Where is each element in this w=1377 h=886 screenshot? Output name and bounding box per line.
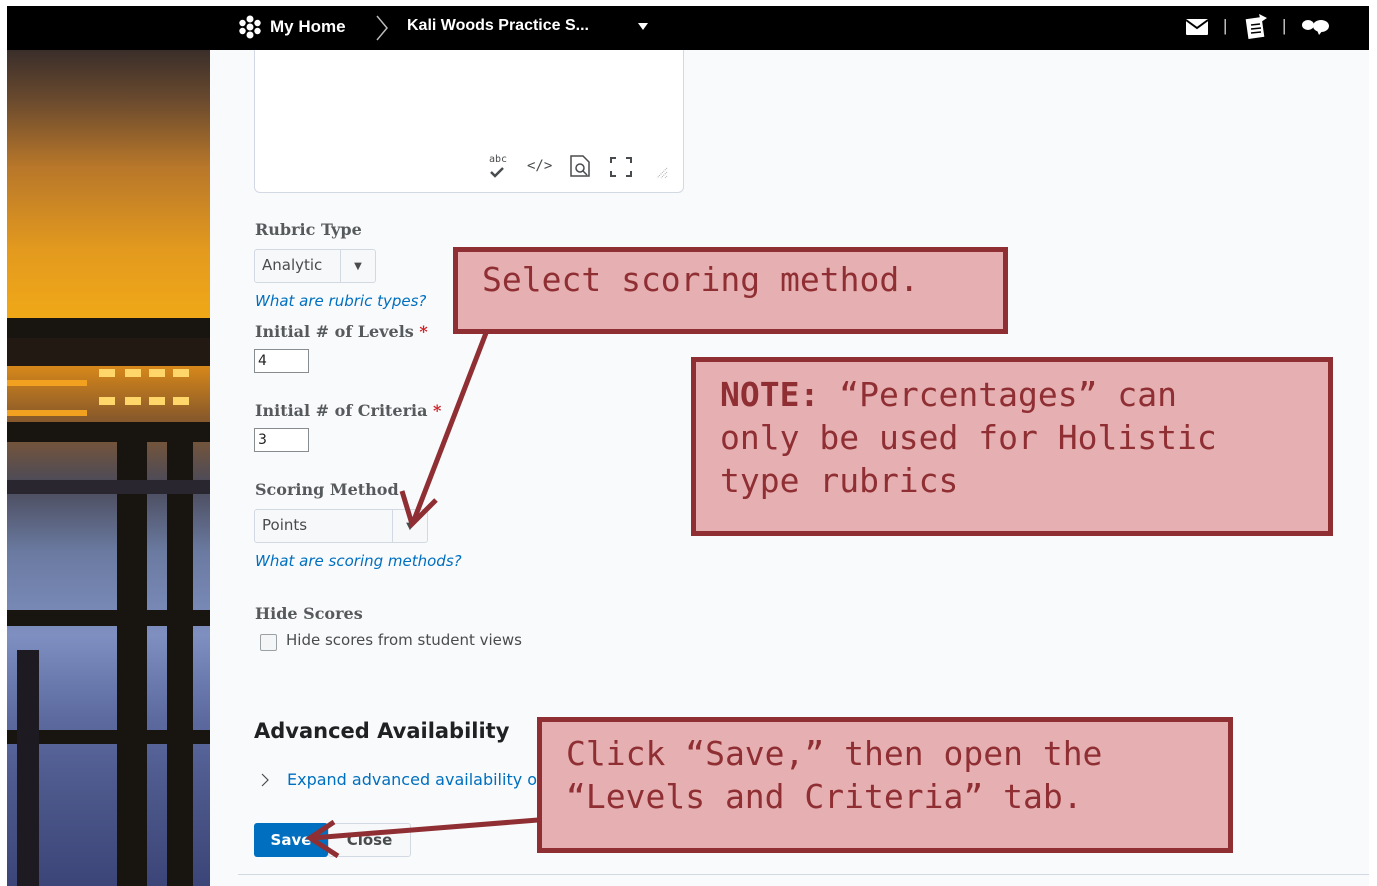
- preview-icon[interactable]: [569, 154, 591, 178]
- source-code-icon[interactable]: </>: [527, 158, 552, 174]
- fullscreen-icon[interactable]: [609, 156, 633, 178]
- chat-bubbles-icon[interactable]: [1299, 17, 1331, 37]
- rubric-type-select[interactable]: Analytic ▼: [254, 249, 376, 283]
- scoring-method-value: Points: [262, 516, 308, 534]
- top-navbar: My Home Kali Woods Practice S... | |: [7, 6, 1369, 50]
- hide-scores-checkbox-label: Hide scores from student views: [286, 631, 522, 649]
- description-editor[interactable]: abc </>: [254, 50, 684, 193]
- dropdown-arrow-icon: ▼: [392, 510, 427, 542]
- hide-scores-checkbox[interactable]: [260, 634, 277, 651]
- home-flower-icon[interactable]: [237, 14, 263, 40]
- mail-icon[interactable]: [1184, 16, 1210, 38]
- expand-advanced-link[interactable]: Expand advanced availability o: [287, 770, 537, 789]
- dropdown-arrow-icon: ▼: [340, 250, 375, 282]
- levels-label: Initial # of Levels *: [255, 322, 428, 341]
- save-button[interactable]: Save: [254, 823, 328, 857]
- bottom-divider: [238, 874, 1369, 875]
- rubric-types-help-link[interactable]: What are rubric types?: [255, 292, 426, 310]
- criteria-input[interactable]: 3: [254, 428, 309, 452]
- rubric-type-label: Rubric Type: [255, 220, 362, 239]
- advanced-availability-heading: Advanced Availability: [254, 719, 510, 743]
- close-button[interactable]: Close: [328, 823, 411, 857]
- caret-down-icon[interactable]: [637, 22, 649, 32]
- required-mark: *: [433, 401, 442, 420]
- save-instruction-callout: Click “Save,” then open the “Levels and …: [537, 717, 1233, 853]
- updates-icon[interactable]: [1243, 12, 1269, 40]
- note-label: NOTE:: [720, 375, 820, 414]
- chevron-right-icon: [261, 773, 269, 787]
- nav-separator: |: [1223, 16, 1228, 35]
- scoring-methods-help-link[interactable]: What are scoring methods?: [255, 552, 462, 570]
- course-selector[interactable]: Kali Woods Practice S...: [407, 17, 589, 35]
- check-icon: [490, 167, 504, 178]
- scoring-method-select[interactable]: Points ▼: [254, 509, 428, 543]
- levels-input[interactable]: 4: [254, 349, 309, 373]
- resize-grip-icon[interactable]: [655, 166, 669, 180]
- rubric-type-value: Analytic: [262, 256, 323, 274]
- levels-label-text: Initial # of Levels: [255, 322, 414, 341]
- percentages-note-callout: NOTE: “Percentages” can only be used for…: [691, 357, 1333, 536]
- criteria-label-text: Initial # of Criteria: [255, 401, 428, 420]
- nav-separator: |: [1282, 16, 1287, 35]
- spellcheck-icon[interactable]: abc: [489, 154, 507, 165]
- my-home-link[interactable]: My Home: [270, 17, 346, 37]
- scoring-method-callout: Select scoring method.: [453, 247, 1008, 334]
- banner-photo: [7, 50, 210, 886]
- scoring-method-label: Scoring Method: [255, 480, 399, 499]
- chevron-right-icon: [376, 15, 388, 41]
- criteria-label: Initial # of Criteria *: [255, 401, 441, 420]
- hide-scores-label: Hide Scores: [255, 604, 363, 623]
- required-mark: *: [419, 322, 428, 341]
